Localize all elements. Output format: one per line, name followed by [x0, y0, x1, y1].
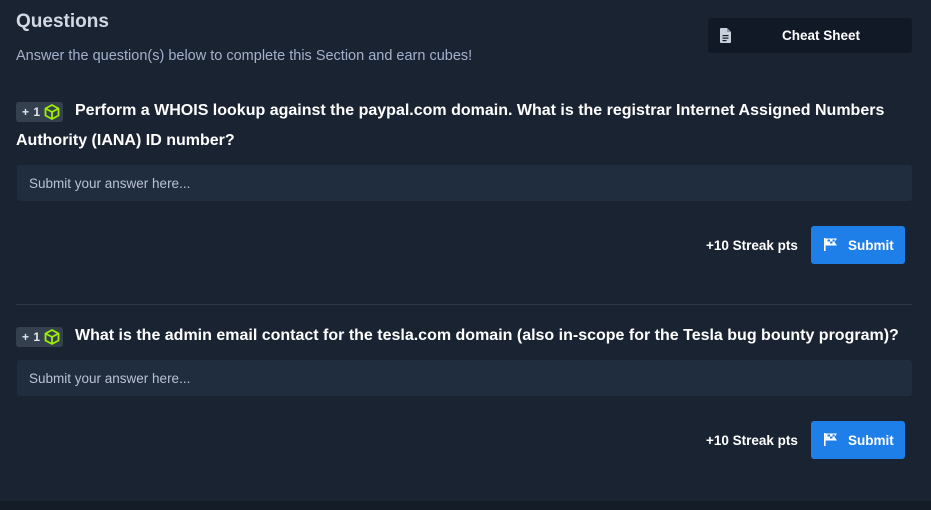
question-divider	[16, 304, 912, 305]
answer-input[interactable]	[17, 165, 912, 201]
question-text: Perform a WHOIS lookup against the paypa…	[16, 102, 885, 149]
flag-icon	[824, 238, 837, 251]
badge-label: + 1	[22, 105, 41, 119]
submit-label: Submit	[848, 433, 894, 448]
cube-icon	[44, 329, 60, 345]
flag-icon	[824, 433, 837, 446]
streak-points: +10 Streak pts	[706, 433, 798, 448]
page-title: Questions	[16, 11, 109, 32]
submit-label: Submit	[848, 238, 894, 253]
question-text: What is the admin email contact for the …	[75, 327, 899, 344]
submit-button[interactable]: Submit	[811, 421, 905, 459]
page-subtitle: Answer the question(s) below to complete…	[16, 48, 473, 64]
cube-reward-badge: + 1	[16, 327, 63, 347]
cube-reward-badge: + 1	[16, 102, 63, 122]
cube-icon	[44, 104, 60, 120]
bottom-strip	[0, 501, 931, 510]
badge-label: + 1	[22, 330, 41, 344]
streak-points: +10 Streak pts	[706, 238, 798, 253]
cheat-sheet-button[interactable]: Cheat Sheet	[708, 18, 912, 53]
submit-button[interactable]: Submit	[811, 226, 905, 264]
cheat-sheet-label: Cheat Sheet	[781, 28, 861, 43]
questions-page: Questions Answer the question(s) below t…	[0, 0, 931, 510]
answer-input[interactable]	[17, 360, 912, 396]
